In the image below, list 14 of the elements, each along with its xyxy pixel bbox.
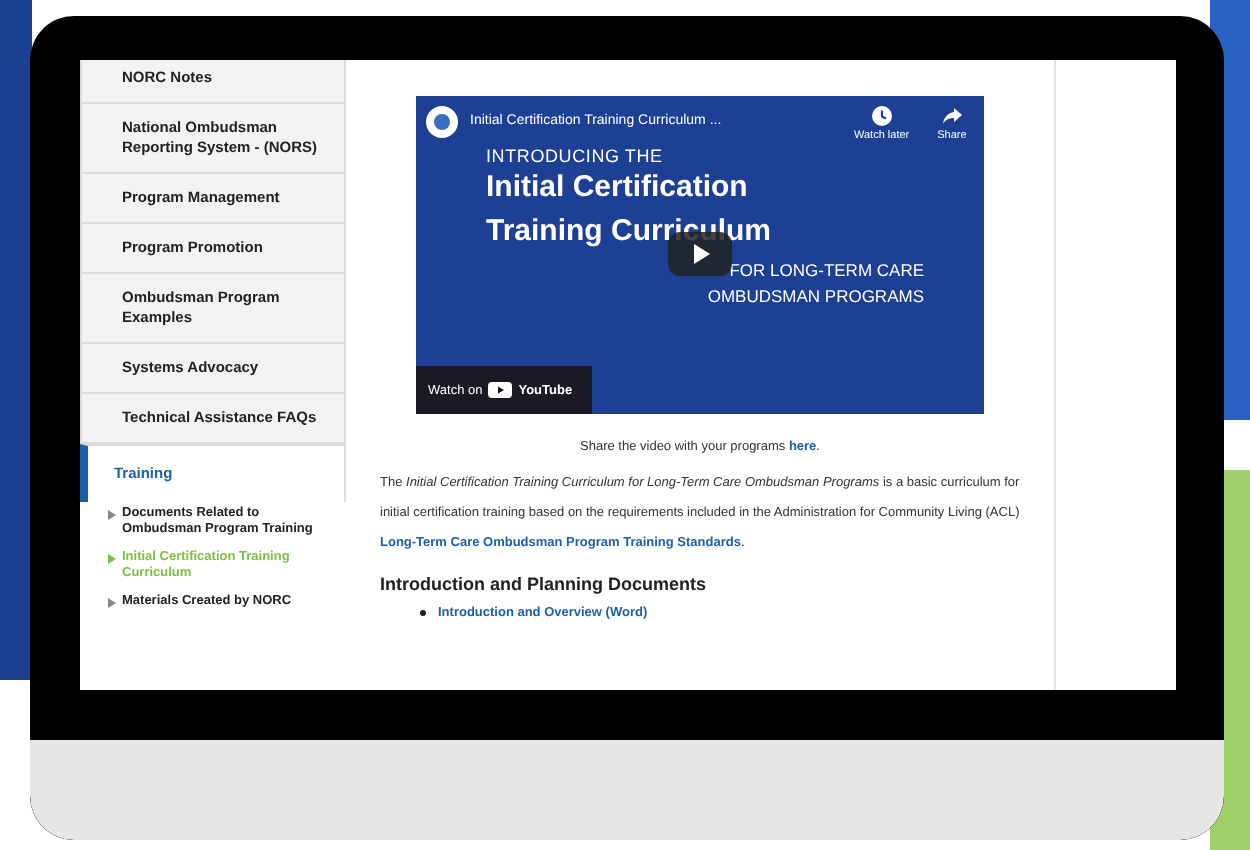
play-icon <box>488 382 513 398</box>
channel-logo-icon <box>426 106 458 138</box>
caret-icon <box>108 554 116 564</box>
video-subline: FOR LONG-TERM CARE <box>729 258 924 284</box>
video-kicker: INTRODUCING THE <box>486 146 665 166</box>
caret-icon <box>108 510 116 520</box>
video-subline: OMBUDSMAN PROGRAMS <box>707 284 924 310</box>
caret-icon <box>108 598 116 608</box>
video-headline: Initial Certification <box>486 168 750 208</box>
video-headline: Training Curriculum <box>486 212 774 252</box>
clock-icon[interactable] <box>871 106 892 126</box>
bullet-icon <box>420 610 426 616</box>
share-icon[interactable] <box>941 106 962 126</box>
section-heading: Introduction and Planning Documents <box>380 574 708 594</box>
